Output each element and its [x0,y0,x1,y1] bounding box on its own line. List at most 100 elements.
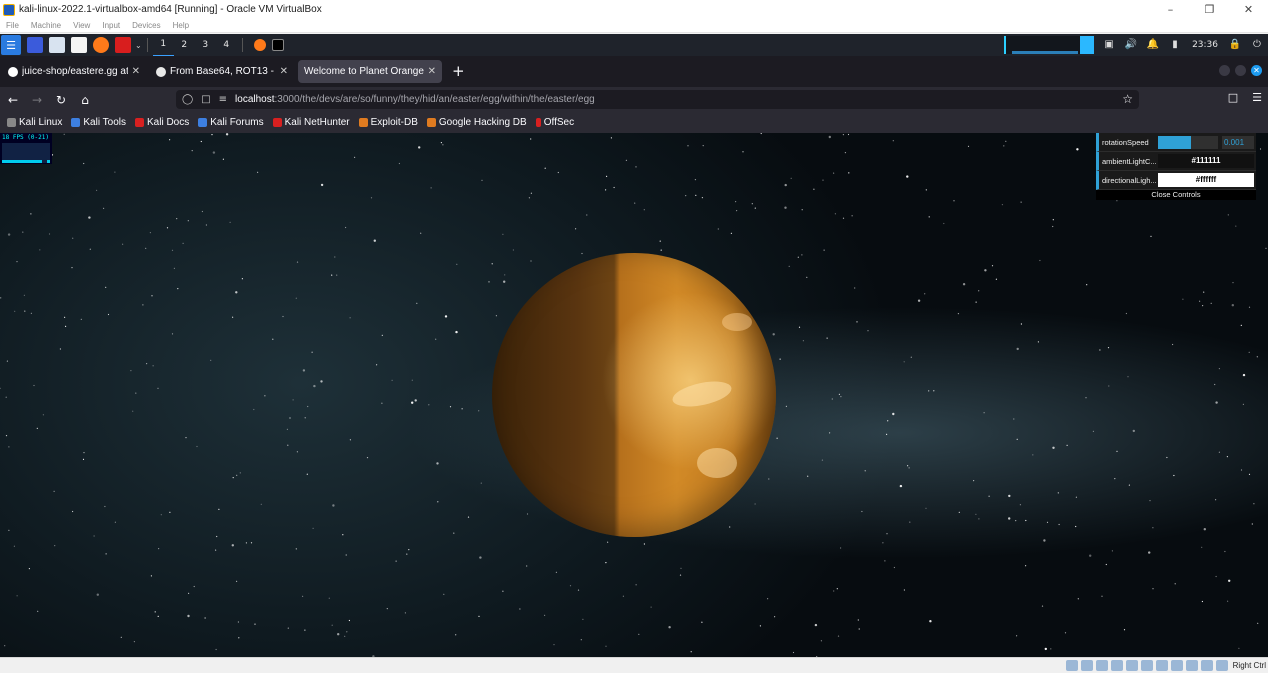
kali-menu-icon[interactable]: ☰ [1,35,21,55]
star [899,484,903,488]
close-dot-icon[interactable]: ✕ [1251,65,1262,76]
usb-icon[interactable] [1126,660,1138,671]
menu-view[interactable]: View [73,21,90,30]
file-manager-icon[interactable] [49,37,65,53]
kali-tools-icon [71,118,81,127]
star [687,145,689,147]
menu-hamburger-icon[interactable]: ☰ [1252,91,1262,104]
workspace-4[interactable]: 4 [216,34,237,56]
bookmark-offsec[interactable]: OffSec [535,117,574,128]
close-icon[interactable]: ✕ [1229,0,1268,19]
forward-icon[interactable]: → [26,93,48,107]
firefox-icon[interactable] [93,37,109,53]
volume-icon[interactable]: 🔊 [1124,39,1138,51]
star [1132,429,1136,433]
network-icon[interactable] [1111,660,1123,671]
chevron-down-icon[interactable]: ⌄ [135,41,142,50]
bookmark-google-hacking-db[interactable]: Google Hacking DB [426,117,527,128]
terminal-red-icon[interactable] [115,37,131,53]
bookmark-kali-nethunter[interactable]: Kali NetHunter [272,117,350,128]
menu-file[interactable]: File [6,21,19,30]
star [1215,499,1217,501]
menu-help[interactable]: Help [173,21,189,30]
tab-juice-shop[interactable]: juice-shop/eastere.gg at r ✕ [2,60,146,83]
restore-icon[interactable]: ❐ [1190,0,1229,19]
home-icon[interactable]: ⌂ [74,93,96,107]
ambient-light-row: ambientLightC... #111111 [1096,152,1256,171]
star [975,513,977,515]
bookmark-star-icon[interactable]: ☆ [1122,92,1133,106]
shield-icon[interactable]: ◯ [182,94,193,105]
star [204,617,206,619]
permissions-icon[interactable]: ≡ [219,94,227,105]
bookmark-kali-linux[interactable]: Kali Linux [7,117,62,128]
url-bar[interactable]: ◯ □ ≡ localhost:3000/the/devs/are/so/fun… [176,90,1139,109]
bookmark-kali-forums[interactable]: Kali Forums [198,117,264,128]
maximize-dot-icon[interactable] [1235,65,1246,76]
audio-icon[interactable] [1096,660,1108,671]
fps-stats-panel[interactable]: 18 FPS (0-21) [0,133,52,164]
workspace-1[interactable]: 1 [152,33,174,57]
power-icon[interactable]: ⏻ [1250,39,1264,51]
optical-drive-icon[interactable] [1081,660,1093,671]
ambient-light-color-input[interactable]: #111111 [1158,154,1254,168]
new-tab-icon[interactable]: + [452,62,466,80]
nethunter-icon [272,118,282,127]
workspace-2[interactable]: 2 [174,34,195,56]
star [30,312,32,314]
menu-devices[interactable]: Devices [132,21,160,30]
workspace-3[interactable]: 3 [195,34,216,56]
keyboard-capture-icon[interactable] [1216,660,1228,671]
battery-icon[interactable]: ▮ [1168,39,1182,51]
close-tab-icon[interactable]: ✕ [280,66,288,77]
directional-light-label: directionalLigh... [1102,175,1157,185]
display-icon[interactable]: ▣ [1102,39,1116,51]
firefox-task-icon[interactable] [253,39,266,51]
mouse-integration-icon[interactable] [1201,660,1213,671]
tab-cyberchef[interactable]: From Base64, ROT13 - Cy ✕ [150,60,294,83]
menu-machine[interactable]: Machine [31,21,61,30]
bookmark-kali-tools[interactable]: Kali Tools [71,117,126,128]
pocket-icon[interactable]: □ [1228,91,1238,104]
menu-input[interactable]: Input [102,21,120,30]
star [760,133,762,135]
star [1089,554,1092,557]
minimize-icon[interactable]: – [1151,0,1190,19]
cpu-status-icon[interactable] [1186,660,1198,671]
rotation-speed-slider[interactable] [1158,135,1218,149]
space-scene-canvas[interactable]: 18 FPS (0-21) rotationSpeed 0.001 ambien… [0,133,1268,657]
hard-disk-icon[interactable] [1066,660,1078,671]
bookmark-kali-docs[interactable]: Kali Docs [134,117,189,128]
terminal-task-icon[interactable] [271,39,284,51]
panel-clock[interactable]: 23:36 [1192,40,1218,50]
cpu-graph [1004,36,1094,54]
star [169,511,171,513]
star [349,439,351,441]
star [1075,525,1077,528]
rotation-speed-input[interactable]: 0.001 [1222,135,1254,149]
lock-icon[interactable]: 🔒 [1228,39,1242,51]
close-tab-icon[interactable]: ✕ [132,66,140,77]
star [370,197,373,199]
notification-bell-icon[interactable]: 🔔 [1146,39,1160,51]
star [215,549,217,551]
star [146,363,148,365]
minimize-dot-icon[interactable] [1219,65,1230,76]
close-tab-icon[interactable]: ✕ [428,66,436,77]
back-icon[interactable]: ← [2,93,24,107]
planet-surface-patch [670,377,734,411]
shared-folders-icon[interactable] [1141,660,1153,671]
display-status-icon[interactable] [1156,660,1168,671]
bookmark-exploit-db[interactable]: Exploit-DB [358,117,418,128]
text-editor-icon[interactable] [71,37,87,53]
reload-icon[interactable]: ↻ [50,93,72,107]
star [784,206,787,209]
star [83,452,85,454]
desktop-icon[interactable] [27,37,43,53]
star [519,608,521,610]
close-controls-button[interactable]: Close Controls [1096,190,1256,200]
star [925,507,927,509]
tab-planet-orange[interactable]: Welcome to Planet Orange ✕ [298,60,442,83]
recording-icon[interactable] [1171,660,1183,671]
directional-light-color-input[interactable]: #ffffff [1158,173,1254,187]
